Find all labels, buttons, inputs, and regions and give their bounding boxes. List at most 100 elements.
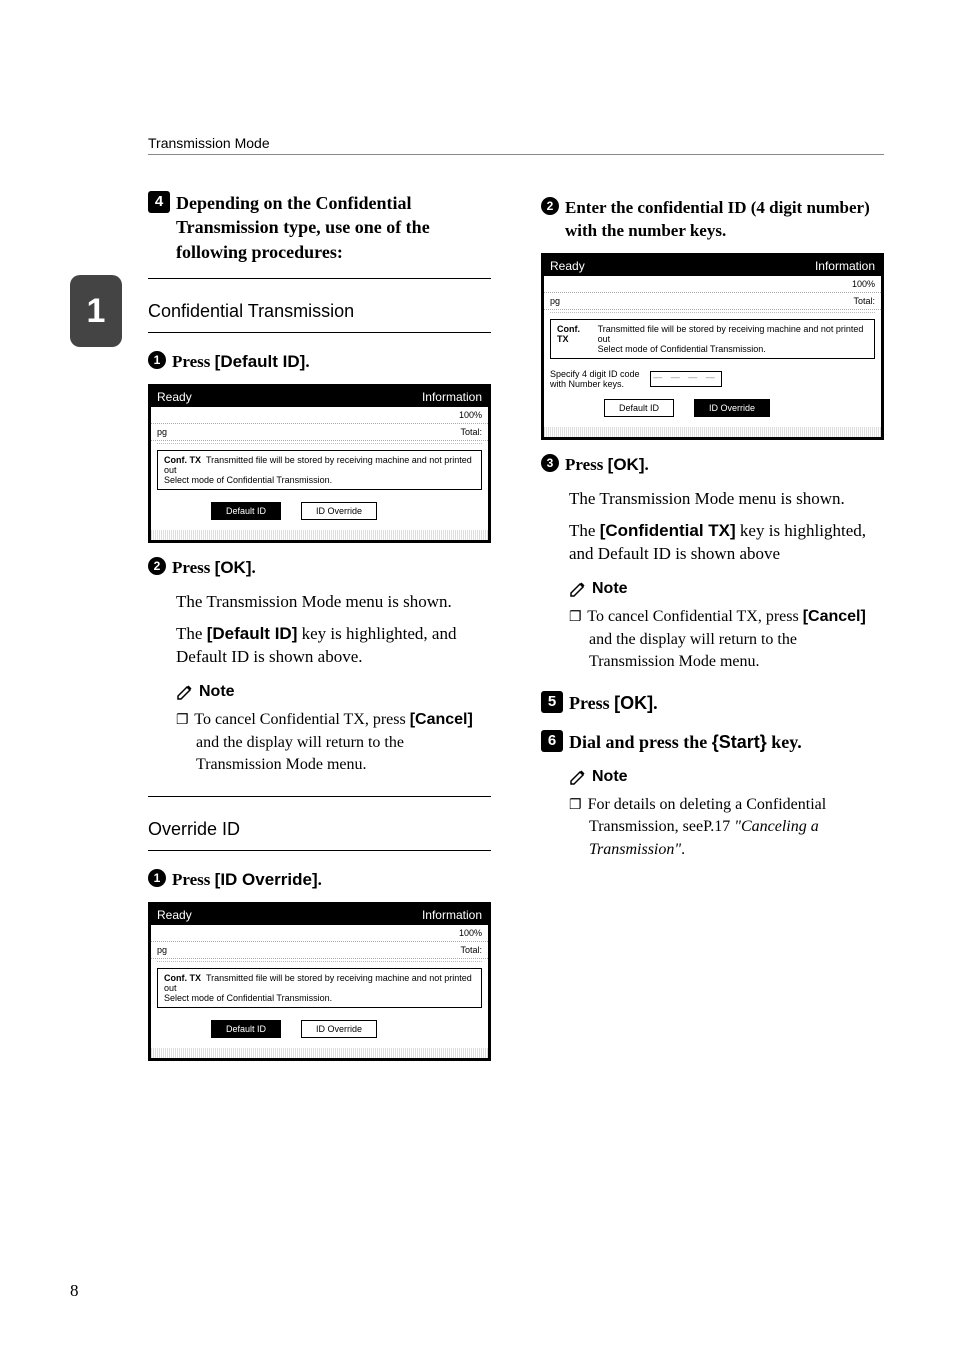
start-key-open: {: [712, 732, 719, 752]
ss3-msg: Transmitted file will be stored by recei…: [598, 324, 868, 354]
ss3-total: Total:: [853, 296, 875, 306]
note-cancel-a-2: To cancel Confidential TX, press: [587, 608, 802, 625]
ok-key-2: [OK]: [608, 455, 645, 474]
default-id-key-2: [Default ID]: [207, 624, 298, 643]
note-bullet-icon: ❐: [569, 798, 582, 813]
page-number: 8: [70, 1281, 79, 1301]
substep-2: 2 Press [OK].: [148, 557, 491, 580]
ss3-ready: Ready: [550, 259, 585, 273]
section-tab: 1: [70, 275, 122, 347]
step-5: 5 Press [OK].: [541, 691, 884, 715]
step-6: 6 Dial and press the {Start} key.: [541, 730, 884, 754]
note-cancel-a: To cancel Confidential TX, press: [194, 711, 409, 728]
substep-1-prefix: Press: [172, 352, 215, 371]
ss2-conftx: Conf. TX: [164, 973, 201, 983]
ss2-100: 100%: [459, 928, 482, 938]
substep-override-1-prefix: Press: [172, 870, 215, 889]
screenshot-enter-id: ReadyInformation x100% pgTotal: Conf. TX…: [541, 253, 884, 440]
ss3-btn-id-override: ID Override: [694, 399, 770, 417]
screenshot-default-id: ReadyInformation x100% pgTotal: Conf. TX…: [148, 384, 491, 543]
note-bullet-icon: ❐: [176, 713, 189, 728]
ss3-conftx: Conf. TX: [557, 324, 593, 354]
ss3-info: Information: [815, 259, 875, 273]
substep-enter-id-text: Enter the confidential ID (4 digit numbe…: [565, 197, 884, 243]
note-heading: Note: [176, 683, 491, 701]
step-4-text-b: Transmission type, use one of the follow…: [176, 217, 430, 261]
cancel-key-2: [Cancel]: [803, 608, 866, 625]
ss3-pg: pg: [550, 296, 560, 306]
ss2-btn-id-override: ID Override: [301, 1020, 377, 1038]
default-id-key: [Default ID]: [215, 352, 306, 371]
substep-3-ok-prefix: Press: [565, 455, 608, 474]
ss2-total: Total:: [460, 945, 482, 955]
id-override-key: [ID Override]: [215, 870, 318, 889]
step-4-text-a: Depending on the Confidential: [176, 193, 412, 213]
substep-3-ok-suffix: .: [644, 455, 648, 474]
confidential-tx-key: [Confidential TX]: [600, 521, 736, 540]
note-bullet-icon: ❐: [569, 610, 582, 625]
start-key: Start: [719, 732, 760, 752]
step-num-5: 5: [541, 691, 563, 713]
ss-pg: pg: [157, 427, 167, 437]
substep-1-num: 1: [148, 351, 166, 369]
ss-total: Total:: [460, 427, 482, 437]
step-num-6: 6: [541, 730, 563, 752]
pencil-icon: [569, 768, 587, 786]
note-cancel-b-2: and the display will return to the Trans…: [589, 631, 797, 670]
after-ok-r2a: The: [569, 521, 600, 540]
substep-2-prefix: Press: [172, 558, 215, 577]
cancel-key: [Cancel]: [410, 711, 473, 728]
pencil-icon: [176, 683, 194, 701]
override-id-heading: Override ID: [148, 819, 491, 840]
step-6-prefix: Dial and press the: [569, 732, 712, 752]
ss3-100: 100%: [852, 279, 875, 289]
ss2-msg: Transmitted file will be stored by recei…: [164, 973, 472, 1003]
substep-2-suffix: .: [251, 558, 255, 577]
ss-ready: Ready: [157, 390, 192, 404]
ok-key-3: [OK]: [614, 693, 653, 713]
substep-override-1-suffix: .: [318, 870, 322, 889]
confidential-transmission-heading: Confidential Transmission: [148, 301, 491, 322]
step-5-prefix: Press: [569, 693, 614, 713]
final-note-c: .: [681, 841, 685, 858]
ss3-btn-default-id: Default ID: [604, 399, 674, 417]
step-6-suffix: key.: [767, 732, 802, 752]
after-ok-r1: The Transmission Mode menu is shown.: [569, 487, 884, 511]
ss2-ready: Ready: [157, 908, 192, 922]
ss-btn-default-id: Default ID: [211, 502, 281, 520]
ss2-pg: pg: [157, 945, 167, 955]
note-label-3: Note: [592, 768, 628, 786]
substep-3-ok: 3 Press [OK].: [541, 454, 884, 477]
substep-1-suffix: .: [305, 352, 309, 371]
note-cancel-b: and the display will return to the Trans…: [196, 734, 404, 773]
note-heading-2: Note: [569, 580, 884, 598]
ss-msg: Transmitted file will be stored by recei…: [164, 455, 472, 485]
substep-enter-id-num: 2: [541, 197, 559, 215]
step-4: 4 Depending on the Confidential Transmis…: [148, 191, 491, 264]
after-ok-text-1: The Transmission Mode menu is shown.: [176, 590, 491, 614]
ss2-info: Information: [422, 908, 482, 922]
pencil-icon: [569, 580, 587, 598]
substep-1: 1 Press [Default ID].: [148, 351, 491, 374]
ss-info: Information: [422, 390, 482, 404]
substep-2-num: 2: [148, 557, 166, 575]
ss-conftx: Conf. TX: [164, 455, 201, 465]
substep-override-1-num: 1: [148, 869, 166, 887]
ok-key: [OK]: [215, 558, 252, 577]
after-ok-2a: The: [176, 624, 207, 643]
ss-100: 100%: [459, 410, 482, 420]
ss2-btn-default-id: Default ID: [211, 1020, 281, 1038]
screenshot-id-override: ReadyInformation x100% pgTotal: Conf. TX…: [148, 902, 491, 1061]
running-head: Transmission Mode: [148, 135, 884, 155]
substep-3-ok-num: 3: [541, 454, 559, 472]
substep-enter-id: 2 Enter the confidential ID (4 digit num…: [541, 197, 884, 243]
note-label: Note: [199, 683, 235, 701]
ss3-specify: Specify 4 digit ID code with Number keys…: [550, 369, 640, 389]
substep-override-1: 1 Press [ID Override].: [148, 869, 491, 892]
step-5-suffix: .: [653, 693, 658, 713]
start-key-close: }: [760, 732, 767, 752]
ss-btn-id-override: ID Override: [301, 502, 377, 520]
step-num-4: 4: [148, 191, 170, 213]
note-heading-3: Note: [569, 768, 884, 786]
ss3-id-input: — — — —: [650, 371, 722, 387]
